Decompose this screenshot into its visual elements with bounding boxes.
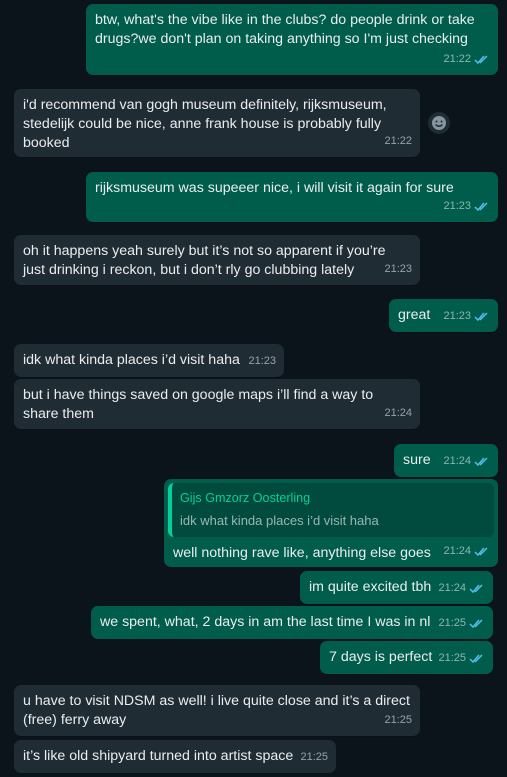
message-time: 21:25 (384, 714, 412, 726)
message-time: 21:24 (443, 545, 471, 557)
quote-text: idk what kinda places i’d visit haha (180, 513, 379, 528)
message-meta: 21:25 (438, 614, 485, 633)
message-meta: 21:23 (443, 197, 490, 216)
message-text: i'd recommend van gogh museum definitely… (23, 97, 387, 151)
message-time: 21:24 (438, 582, 466, 594)
message-meta: 21:23 (248, 352, 276, 371)
message-bubble-outgoing[interactable]: 7 days is perfect 21:25 (320, 641, 493, 674)
message-bubble-incoming[interactable]: u have to visit NDSM as well! i live qui… (14, 685, 420, 736)
message-time: 21:25 (438, 652, 466, 664)
message-time: 21:23 (443, 200, 471, 212)
message-text: well nothing rave like, anything else go… (173, 545, 431, 561)
message-text: rijksmuseum was supeeer nice, i will vis… (95, 180, 454, 196)
quoted-message[interactable]: Gijs Gmzorz Oosterling idk what kinda pl… (168, 483, 494, 537)
message-meta: 21:23 (443, 307, 490, 326)
message-bubble-outgoing[interactable]: sure 21:24 (394, 444, 498, 477)
message-time: 21:22 (384, 135, 412, 147)
message-bubble-incoming[interactable]: it’s like old shipyard turned into artis… (14, 740, 336, 773)
message-meta: 21:25 (300, 748, 328, 767)
message-text: we spent, what, 2 days in am the last ti… (100, 614, 431, 630)
message-bubble-incoming[interactable]: i'd recommend van gogh museum definitely… (14, 89, 420, 157)
message-bubble-outgoing-reply[interactable]: Gijs Gmzorz Oosterling idk what kinda pl… (164, 479, 498, 567)
message-meta: 21:22 (443, 50, 490, 69)
read-ticks-icon (474, 312, 488, 322)
quote-author: Gijs Gmzorz Oosterling (180, 491, 311, 505)
read-ticks-icon (474, 202, 488, 212)
smiley-icon (432, 116, 446, 130)
message-time: 21:23 (384, 263, 412, 275)
message-bubble-outgoing[interactable]: great 21:23 (389, 299, 498, 332)
message-time: 21:23 (443, 310, 471, 322)
message-meta: 21:24 (443, 452, 490, 471)
message-meta: 21:24 (384, 404, 412, 423)
message-text: but i have things saved on google maps i… (23, 387, 374, 422)
read-ticks-icon (474, 55, 488, 65)
message-meta: 21:25 (438, 649, 485, 668)
message-bubble-outgoing[interactable]: im quite excited tbh 21:24 (300, 571, 493, 604)
react-icon[interactable] (428, 112, 450, 134)
message-time: 21:23 (248, 355, 276, 367)
read-ticks-icon (469, 584, 483, 594)
message-bubble-incoming[interactable]: idk what kinda places i’d visit haha 21:… (14, 344, 284, 377)
message-meta: 21:25 (384, 711, 412, 730)
read-ticks-icon (469, 654, 483, 664)
chat-area: btw, what's the vibe like in the clubs? … (0, 0, 507, 777)
message-meta: 21:22 (384, 132, 412, 151)
read-ticks-icon (474, 457, 488, 467)
message-time: 21:25 (300, 751, 328, 763)
message-time: 21:24 (443, 455, 471, 467)
message-meta: 21:24 (443, 542, 490, 561)
message-meta: 21:23 (384, 260, 412, 279)
message-bubble-incoming[interactable]: oh it happens yeah surely but it’s not s… (14, 235, 420, 285)
message-bubble-outgoing[interactable]: rijksmuseum was supeeer nice, i will vis… (86, 172, 498, 222)
message-text: idk what kinda places i’d visit haha (23, 352, 240, 368)
message-text: it’s like old shipyard turned into artis… (23, 748, 294, 764)
message-bubble-outgoing[interactable]: btw, what's the vibe like in the clubs? … (86, 4, 498, 75)
message-bubble-outgoing[interactable]: we spent, what, 2 days in am the last ti… (91, 606, 493, 639)
message-text: oh it happens yeah surely but it’s not s… (23, 243, 386, 278)
message-text: btw, what's the vibe like in the clubs? … (95, 12, 475, 47)
read-ticks-icon (469, 619, 483, 629)
message-text: u have to visit NDSM as well! i live qui… (23, 693, 410, 728)
read-ticks-icon (474, 547, 488, 557)
message-time: 21:24 (384, 407, 412, 419)
message-meta: 21:24 (438, 579, 485, 598)
message-time: 21:22 (443, 53, 471, 65)
message-bubble-incoming[interactable]: but i have things saved on google maps i… (14, 379, 420, 429)
message-time: 21:25 (438, 617, 466, 629)
